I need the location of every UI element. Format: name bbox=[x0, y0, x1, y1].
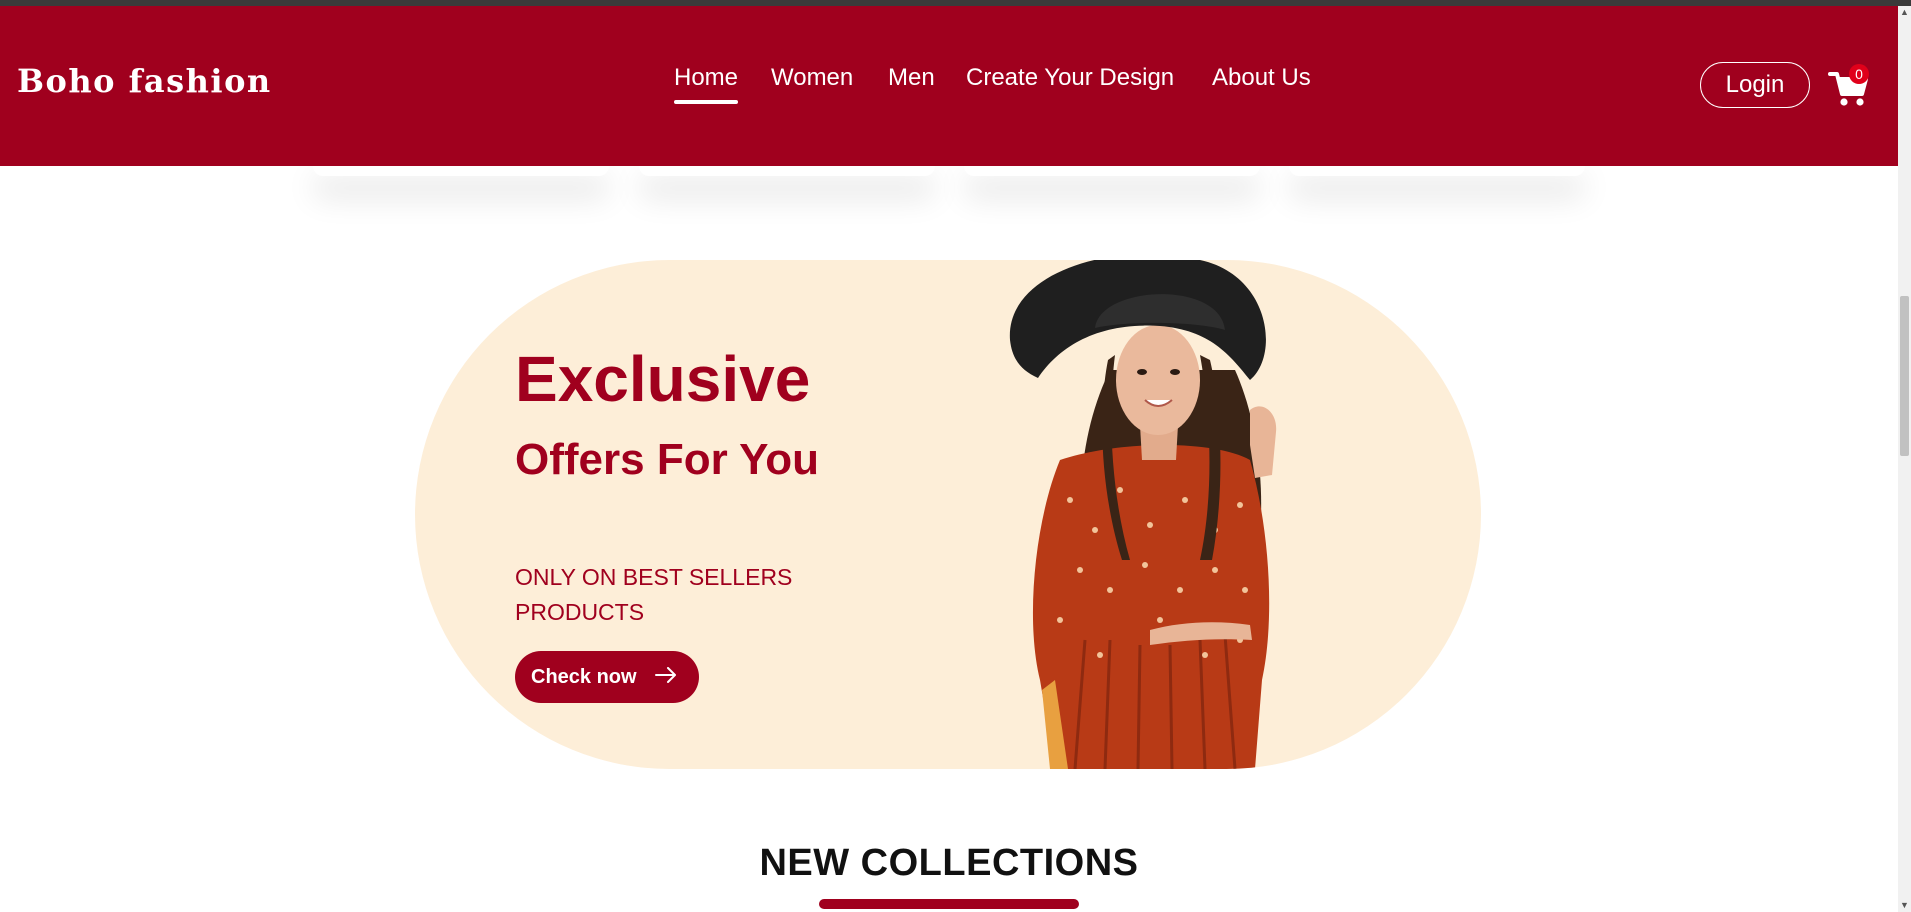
scroll-up-icon[interactable]: ▲ bbox=[1900, 8, 1909, 17]
brand-logo[interactable]: Boho fashion bbox=[17, 62, 272, 100]
cart-count-badge: 0 bbox=[1849, 64, 1869, 84]
nav-item-home[interactable]: Home bbox=[674, 64, 739, 104]
vertical-scrollbar[interactable]: ▲ ▼ bbox=[1898, 6, 1911, 912]
page: Boho fashion Home Women Men Create Your … bbox=[0, 6, 1898, 912]
scrollbar-thumb[interactable] bbox=[1900, 296, 1909, 456]
hero-subtitle: Offers For You bbox=[515, 435, 819, 484]
hero-title: Exclusive bbox=[515, 343, 811, 415]
login-button[interactable]: Login bbox=[1700, 62, 1810, 108]
nav-item-create-your-design[interactable]: Create Your Design bbox=[966, 64, 1174, 92]
hero-description: ONLY ON BEST SELLERS PRODUCTS bbox=[515, 564, 793, 625]
site-header: Boho fashion Home Women Men Create Your … bbox=[0, 6, 1898, 166]
scroll-down-icon[interactable]: ▼ bbox=[1900, 901, 1909, 910]
arrow-right-icon bbox=[654, 666, 677, 689]
nav-item-men[interactable]: Men bbox=[888, 64, 935, 92]
check-now-button[interactable]: Check now bbox=[515, 651, 699, 703]
nav-item-about-us[interactable]: About Us bbox=[1212, 64, 1311, 92]
section-underline bbox=[819, 899, 1079, 909]
new-collections-title: NEW COLLECTIONS bbox=[759, 842, 1139, 884]
model-photo bbox=[1009, 260, 1277, 769]
hero-banner: Exclusive Offers For You ONLY ON BEST SE… bbox=[415, 260, 1481, 769]
nav-item-women[interactable]: Women bbox=[771, 64, 853, 92]
check-now-label: Check now bbox=[531, 665, 637, 688]
